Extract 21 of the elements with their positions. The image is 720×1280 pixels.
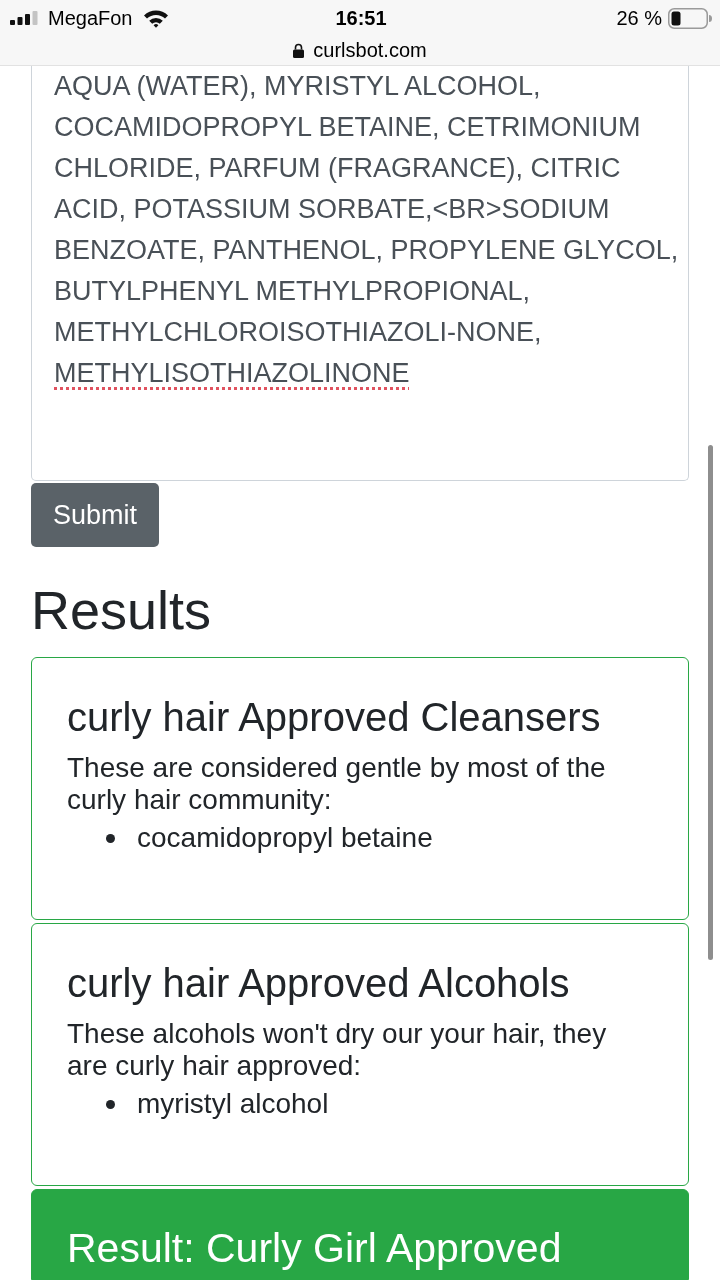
scrollbar-thumb[interactable]: [708, 445, 713, 960]
card-description: These are considered gentle by most of the curly hair community:: [67, 752, 607, 816]
clock-time: 16:51: [335, 6, 387, 30]
card-title: curly hair Approved Alcohols: [67, 960, 571, 1006]
carrier-name: MegaFon: [48, 6, 133, 30]
ingredient-item: cocamidopropyl betaine: [137, 822, 433, 854]
wifi-icon: [142, 8, 169, 28]
ingredients-field[interactable]: AQUA (WATER), MYRISTYL ALCOHOL, COCAMIDOPROPYL BETAINE, CETRIMONIUM CHLORIDE, PARFUM (FRAGRANCE), CITRIC ACID, POTASSIUM SORBATE,<BR>SODIUM BENZOATE, PANTHENOL, PROPYLENE GLYCOL, BUTYLPHENYL METHYLPROPIONAL, METHYLCHLOROISOTHIAZOLI-NONE, METHYLISOTHIAZOLINONE: [31, 66, 689, 481]
signal-icon: [10, 11, 38, 25]
ingredient-item: myristyl alcohol: [137, 1088, 329, 1120]
verdict-title: Result: Curly Girl Approved: [67, 1224, 563, 1272]
bullet-icon: [106, 1099, 115, 1109]
results-heading: Results: [31, 579, 212, 642]
bullet-icon: [106, 833, 115, 843]
card-description: These alcohols won't dry our your hair, they are curly hair approved:: [67, 1018, 608, 1082]
battery-percent: 26 %: [616, 6, 662, 30]
battery-icon: [668, 7, 712, 29]
url-text[interactable]: curlsbot.com: [313, 38, 427, 62]
submit-button[interactable]: Submit: [31, 483, 160, 547]
card-title: curly hair Approved Cleansers: [67, 694, 602, 740]
lock-icon: [293, 42, 305, 58]
